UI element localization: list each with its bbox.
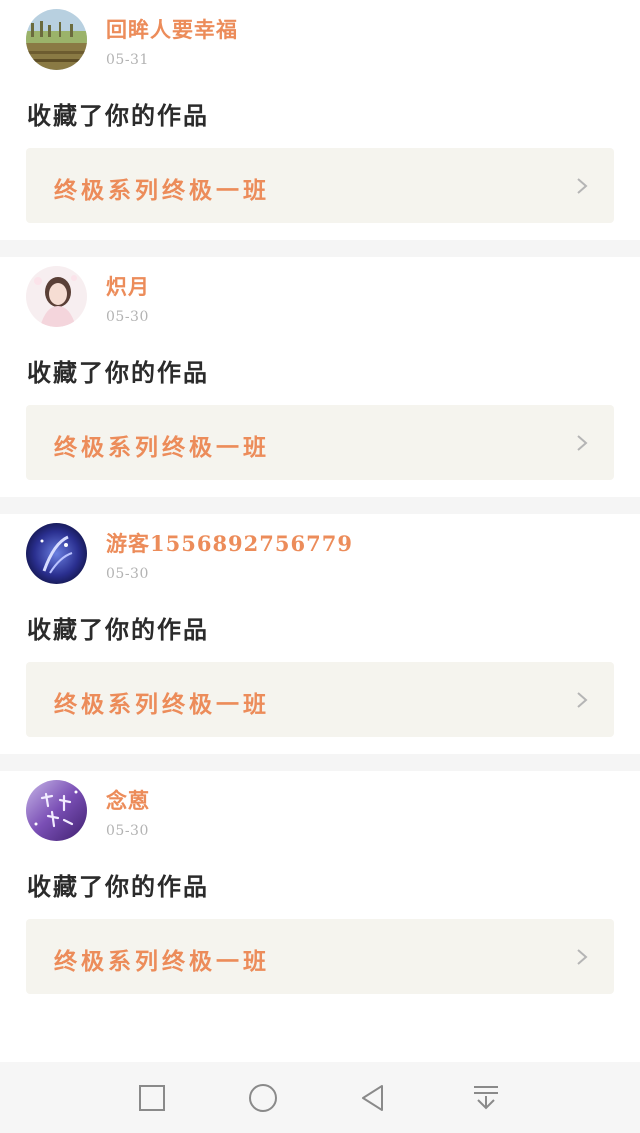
avatar[interactable] bbox=[26, 9, 87, 70]
avatar[interactable] bbox=[26, 780, 87, 841]
back-button[interactable] bbox=[354, 1078, 394, 1118]
chevron-right-icon bbox=[577, 435, 588, 451]
notification-pull-down-icon bbox=[474, 1086, 498, 1110]
action-text: 收藏了你的作品 bbox=[27, 101, 209, 130]
work-link[interactable]: 终极系列终极一班 bbox=[26, 919, 614, 994]
work-title: 终极系列终极一班 bbox=[54, 434, 270, 461]
recents-square-icon bbox=[139, 1085, 165, 1111]
work-link[interactable]: 终极系列终极一班 bbox=[26, 405, 614, 480]
notification-pull-down-button[interactable] bbox=[466, 1078, 506, 1118]
timestamp: 05-30 bbox=[106, 823, 149, 839]
chevron-right-icon bbox=[577, 692, 588, 708]
work-link[interactable]: 终极系列终极一班 bbox=[26, 662, 614, 737]
recents-button[interactable] bbox=[132, 1078, 172, 1118]
notification-card: 念蒽 05-30 收藏了你的作品 终极系列终极一班 bbox=[0, 771, 640, 1011]
username[interactable]: 回眸人要幸福 bbox=[106, 14, 238, 44]
notification-card: 炽月 05-30 收藏了你的作品 终极系列终极一班 bbox=[0, 257, 640, 497]
avatar-image bbox=[26, 780, 87, 841]
back-triangle-icon bbox=[362, 1085, 383, 1111]
separator bbox=[0, 754, 640, 771]
username[interactable]: 炽月 bbox=[106, 271, 150, 301]
avatar[interactable] bbox=[26, 266, 87, 327]
avatar-image bbox=[26, 266, 87, 327]
home-button[interactable] bbox=[243, 1078, 283, 1118]
notification-card: 游客1556892756779 05-30 收藏了你的作品 终极系列终极一班 bbox=[0, 514, 640, 754]
separator bbox=[0, 240, 640, 257]
timestamp: 05-31 bbox=[106, 52, 149, 68]
work-link[interactable]: 终极系列终极一班 bbox=[26, 148, 614, 223]
chevron-right-icon bbox=[577, 949, 588, 965]
username[interactable]: 游客1556892756779 bbox=[106, 528, 353, 558]
home-circle-icon bbox=[249, 1084, 277, 1112]
username[interactable]: 念蒽 bbox=[106, 785, 150, 815]
notification-card: 回眸人要幸福 05-31 收藏了你的作品 终极系列终极一班 bbox=[0, 0, 640, 240]
avatar[interactable] bbox=[26, 523, 87, 584]
action-text: 收藏了你的作品 bbox=[27, 872, 209, 901]
avatar-image bbox=[26, 9, 87, 70]
notification-feed: 回眸人要幸福 05-31 收藏了你的作品 终极系列终极一班 炽月 05-30 收… bbox=[0, 0, 640, 1011]
system-navigation-bar bbox=[0, 1062, 640, 1133]
separator bbox=[0, 497, 640, 514]
timestamp: 05-30 bbox=[106, 566, 149, 582]
work-title: 终极系列终极一班 bbox=[54, 691, 270, 718]
work-title: 终极系列终极一班 bbox=[54, 177, 270, 204]
avatar-image bbox=[26, 523, 87, 584]
work-title: 终极系列终极一班 bbox=[54, 948, 270, 975]
action-text: 收藏了你的作品 bbox=[27, 615, 209, 644]
chevron-right-icon bbox=[577, 178, 588, 194]
action-text: 收藏了你的作品 bbox=[27, 358, 209, 387]
timestamp: 05-30 bbox=[106, 309, 149, 325]
